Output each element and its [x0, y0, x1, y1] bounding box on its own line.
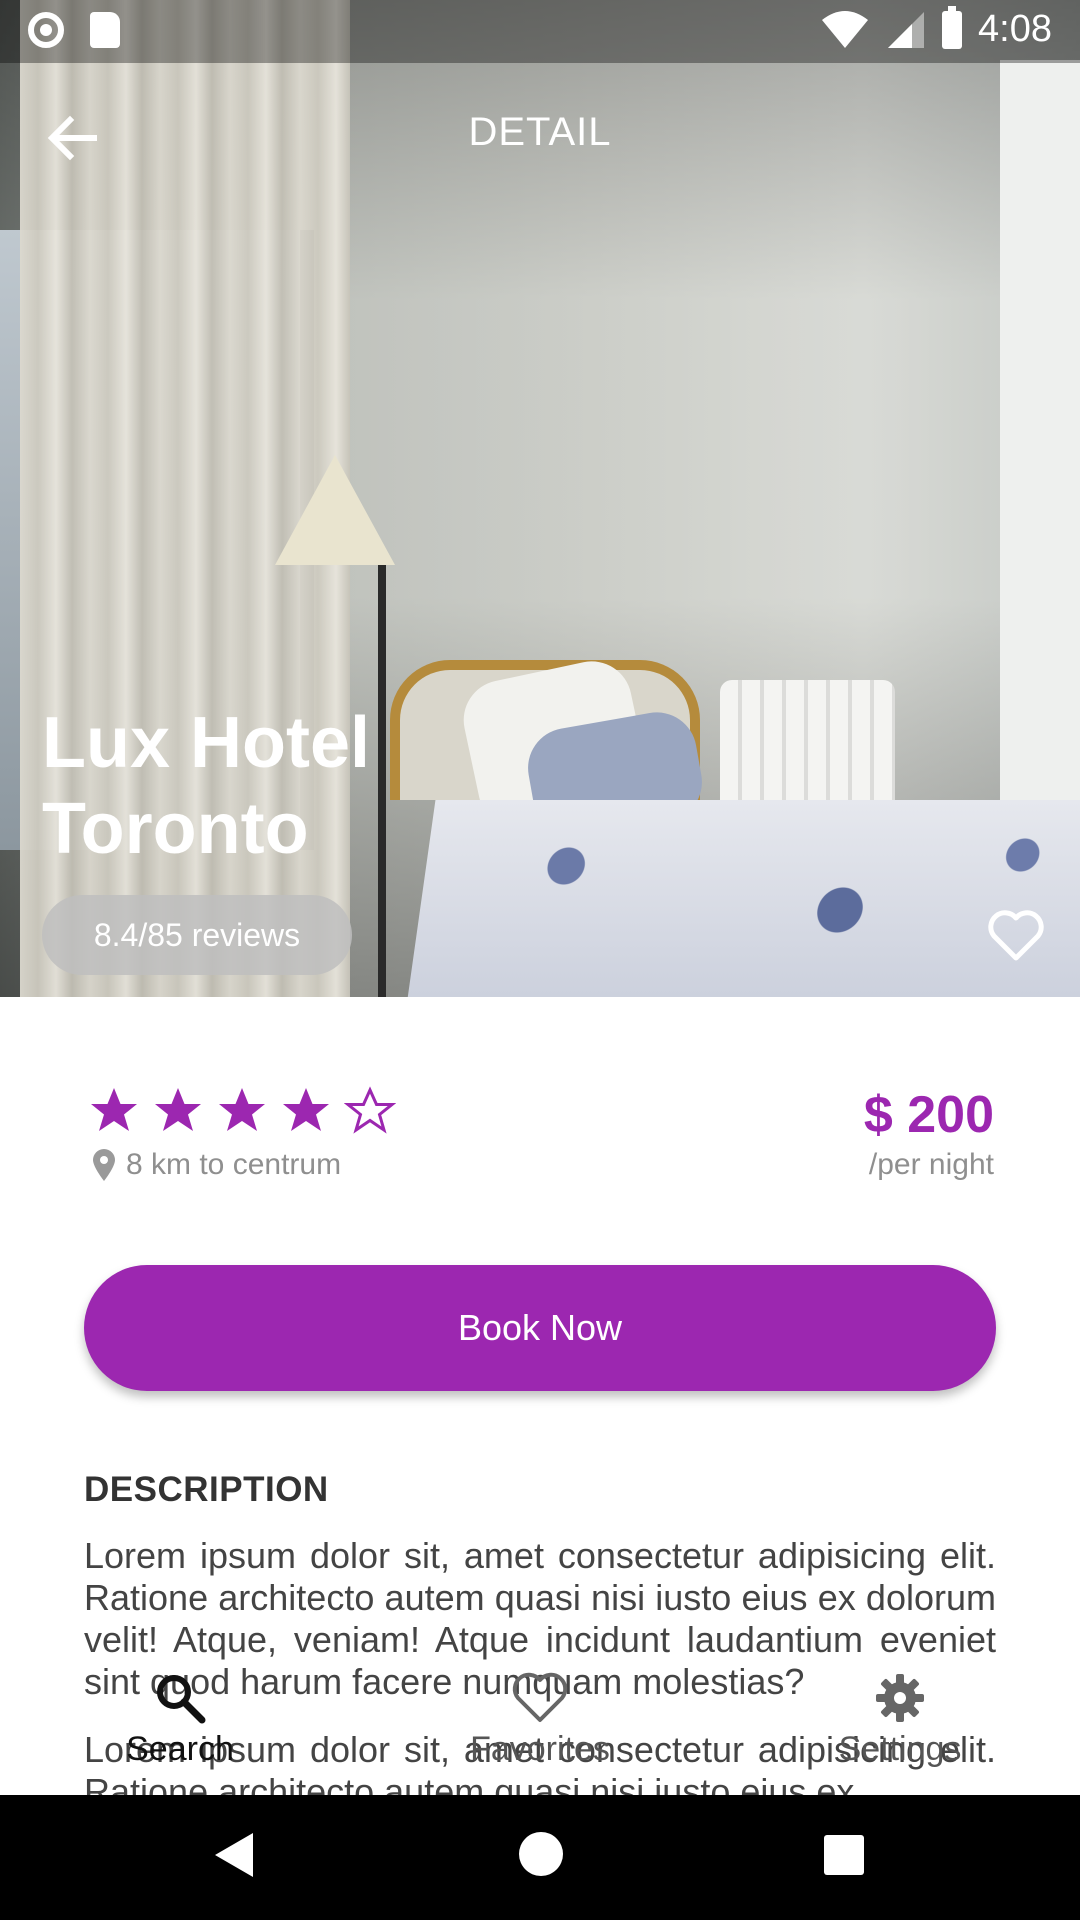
distance-text: 8 km to centrum	[126, 1148, 342, 1181]
hero-image: 4:08 DETAIL Lux Hotel Toronto 8.4/85 rev…	[0, 0, 1080, 997]
reviews-badge[interactable]: 8.4/85 reviews	[42, 895, 352, 975]
sd-card-icon	[90, 12, 120, 48]
system-back-icon[interactable]	[215, 1833, 253, 1877]
gear-icon	[876, 1674, 924, 1722]
star-filled-icon	[155, 1088, 201, 1131]
hotel-name-line1: Lux Hotel	[42, 703, 371, 783]
bottom-navigation: Search Favorites Settings	[0, 1660, 1080, 1795]
book-now-button[interactable]: Book Now	[84, 1265, 996, 1391]
star-filled-icon	[91, 1088, 137, 1131]
nav-item-settings[interactable]: Settings	[780, 1660, 1020, 1769]
system-recents-icon[interactable]	[824, 1835, 864, 1875]
status-bar: 4:08	[0, 0, 1080, 63]
favorite-heart-icon[interactable]	[988, 910, 1044, 962]
star-filled-icon	[219, 1088, 265, 1131]
system-navigation-bar	[0, 1795, 1080, 1920]
star-rating	[88, 1085, 396, 1137]
description-title: DESCRIPTION	[84, 1470, 329, 1509]
wifi-icon	[822, 10, 869, 48]
nav-label-favorites: Favorites	[470, 1730, 610, 1768]
location-pin-icon	[93, 1149, 115, 1181]
heart-icon	[512, 1672, 568, 1722]
hero-lamp-pole	[378, 565, 386, 997]
nav-label-settings: Settings	[838, 1730, 962, 1768]
nav-item-search[interactable]: Search	[60, 1660, 300, 1769]
search-icon	[157, 1675, 206, 1724]
battery-icon	[942, 5, 963, 49]
star-filled-icon	[283, 1088, 329, 1131]
star-outline-icon	[344, 1086, 396, 1134]
hotel-name: Lux Hotel Toronto	[42, 700, 370, 872]
location: 8 km to centrum	[92, 1148, 341, 1182]
price-unit: /per night	[868, 1148, 994, 1181]
hero-bed	[404, 800, 1080, 997]
record-icon	[28, 12, 64, 48]
status-time: 4:08	[978, 8, 1052, 50]
nav-item-favorites[interactable]: Favorites	[420, 1660, 660, 1769]
price: $ 200	[863, 1086, 994, 1144]
system-home-icon[interactable]	[519, 1832, 563, 1876]
hero-lamp-shade	[275, 455, 395, 565]
nav-label-search: Search	[126, 1730, 234, 1768]
signal-icon	[888, 11, 925, 48]
page-title: DETAIL	[468, 110, 612, 154]
hotel-name-line2: Toronto	[42, 789, 309, 869]
